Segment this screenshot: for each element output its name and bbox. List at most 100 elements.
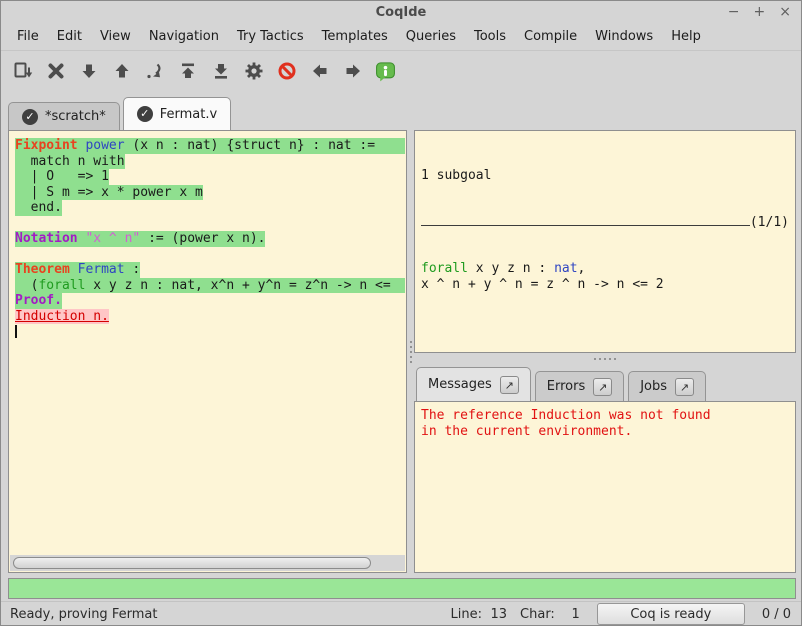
code-line: forall x y z n : nat, [421, 261, 789, 277]
next-button[interactable] [336, 55, 369, 87]
tab-errors[interactable]: Errors ↗ [535, 371, 624, 401]
code-line [15, 324, 405, 340]
code-line: Proof. [15, 293, 405, 309]
tab-scratch[interactable]: ✓ *scratch* [8, 102, 120, 130]
save-button[interactable] [6, 55, 39, 87]
step-forward-button[interactable] [72, 55, 105, 87]
menu-windows[interactable]: Windows [586, 25, 662, 48]
detach-icon[interactable]: ↗ [675, 378, 694, 396]
goal-statement: forall x y z n : nat,x ^ n + y ^ n = z ^… [421, 261, 789, 292]
arrow-right-icon [343, 61, 363, 81]
coq-status-indicator: Coq is ready [597, 603, 745, 625]
tab-messages[interactable]: Messages ↗ [416, 367, 531, 401]
tab-label: *scratch* [45, 109, 106, 124]
menu-try-tactics[interactable]: Try Tactics [228, 25, 313, 48]
horizontal-scrollbar[interactable] [10, 555, 405, 571]
horizontal-splitter[interactable] [414, 353, 796, 365]
menu-edit[interactable]: Edit [48, 25, 91, 48]
editor-pane: Fixpoint power (x n : nat) {struct n} : … [8, 130, 407, 573]
check-icon: ✓ [22, 109, 38, 125]
menu-view[interactable]: View [91, 25, 140, 48]
menu-templates[interactable]: Templates [313, 25, 397, 48]
menu-file[interactable]: File [8, 25, 48, 48]
main-area: Fixpoint power (x n : nat) {struct n} : … [8, 130, 796, 573]
message-tab-bar: Messages ↗ Errors ↗ Jobs ↗ [414, 365, 796, 401]
arrow-up-icon [112, 61, 132, 81]
step-backward-button[interactable] [105, 55, 138, 87]
detach-icon[interactable]: ↗ [593, 378, 612, 396]
code-line [15, 216, 405, 232]
tab-label: Fermat.v [160, 107, 217, 122]
detach-icon[interactable]: ↗ [500, 376, 519, 394]
arrow-down-icon [79, 61, 99, 81]
interrupt-icon [277, 61, 297, 81]
code-line: Fixpoint power (x n : nat) {struct n} : … [15, 138, 405, 154]
maximize-button[interactable]: + [754, 2, 766, 22]
menu-compile[interactable]: Compile [515, 25, 586, 48]
char-label: Char: [520, 607, 555, 622]
close-icon [46, 61, 66, 81]
close-button[interactable]: × [779, 2, 791, 22]
code-line: x ^ n + y ^ n = z ^ n -> n <= 2 [421, 277, 789, 293]
document-tab-bar: ✓ *scratch* ✓ Fermat.v [1, 96, 801, 130]
tab-label: Messages [428, 377, 492, 392]
goal-counter: (1/1) [750, 215, 789, 231]
go-to-cursor-button[interactable] [138, 55, 171, 87]
line-label: Line: [451, 607, 482, 622]
menu-bar: FileEditViewNavigationTry TacticsTemplat… [1, 23, 801, 50]
text-cursor [15, 325, 17, 338]
code-editor[interactable]: Fixpoint power (x n : nat) {struct n} : … [10, 132, 405, 554]
messages-view[interactable]: The reference Induction was not foundin … [414, 401, 796, 573]
proof-goal-view[interactable]: 1 subgoal (1/1) forall x y z n : nat,x ^… [414, 130, 796, 353]
close-buffer-button[interactable] [39, 55, 72, 87]
coqide-window: CoqIde − + × FileEditViewNavigationTry T… [0, 0, 802, 626]
code-line: | S m => x * power x m [15, 185, 405, 201]
code-line: end. [15, 200, 405, 216]
minimize-button[interactable]: − [728, 2, 740, 22]
arrow-down-bar-icon [211, 61, 231, 81]
code-line [15, 247, 405, 263]
toolbar [1, 50, 801, 91]
message-line: in the current environment. [421, 424, 789, 440]
arrow-left-icon [310, 61, 330, 81]
right-panes: 1 subgoal (1/1) forall x y z n : nat,x ^… [414, 130, 796, 573]
goal-separator: (1/1) [421, 215, 789, 231]
code-line: match n with [15, 154, 405, 170]
jobs-counter: 0 / 0 [762, 607, 791, 622]
tab-jobs[interactable]: Jobs ↗ [628, 371, 706, 401]
go-to-start-button[interactable] [171, 55, 204, 87]
code-line: | O => 1 [15, 169, 405, 185]
message-line: The reference Induction was not found [421, 408, 789, 424]
code-line: Theorem Fermat : [15, 262, 405, 278]
vertical-splitter[interactable] [407, 130, 414, 573]
previous-button[interactable] [303, 55, 336, 87]
about-button[interactable] [369, 55, 402, 87]
menu-tools[interactable]: Tools [465, 25, 515, 48]
separator-line [421, 225, 750, 226]
gear-icon [244, 61, 264, 81]
save-icon [13, 61, 33, 81]
char-value: 1 [562, 607, 580, 622]
tab-fermat.v[interactable]: ✓ Fermat.v [123, 97, 231, 130]
go-to-cursor-icon [145, 61, 165, 81]
code-line: Notation "x ^ n" := (power x n). [15, 231, 405, 247]
tab-label: Jobs [640, 379, 667, 394]
code-line: (forall x y z n : nat, x^n + y^n = z^n -… [15, 278, 405, 294]
status-message: Ready, proving Fermat [10, 607, 157, 622]
arrow-up-bar-icon [178, 61, 198, 81]
interrupt-button[interactable] [270, 55, 303, 87]
fully-check-button[interactable] [237, 55, 270, 87]
subgoal-header: 1 subgoal [421, 168, 789, 184]
progress-bar [8, 578, 796, 599]
go-to-end-button[interactable] [204, 55, 237, 87]
menu-help[interactable]: Help [662, 25, 710, 48]
window-title: CoqIde [1, 1, 801, 24]
code-line: Induction n. [15, 309, 405, 325]
menu-queries[interactable]: Queries [397, 25, 465, 48]
menu-navigation[interactable]: Navigation [140, 25, 228, 48]
status-bar: Ready, proving Fermat Line: 13 Char: 1 C… [1, 601, 801, 626]
line-value: 13 [489, 607, 507, 622]
check-icon: ✓ [137, 106, 153, 122]
scrollbar-thumb[interactable] [13, 557, 371, 569]
tab-label: Errors [547, 379, 585, 394]
